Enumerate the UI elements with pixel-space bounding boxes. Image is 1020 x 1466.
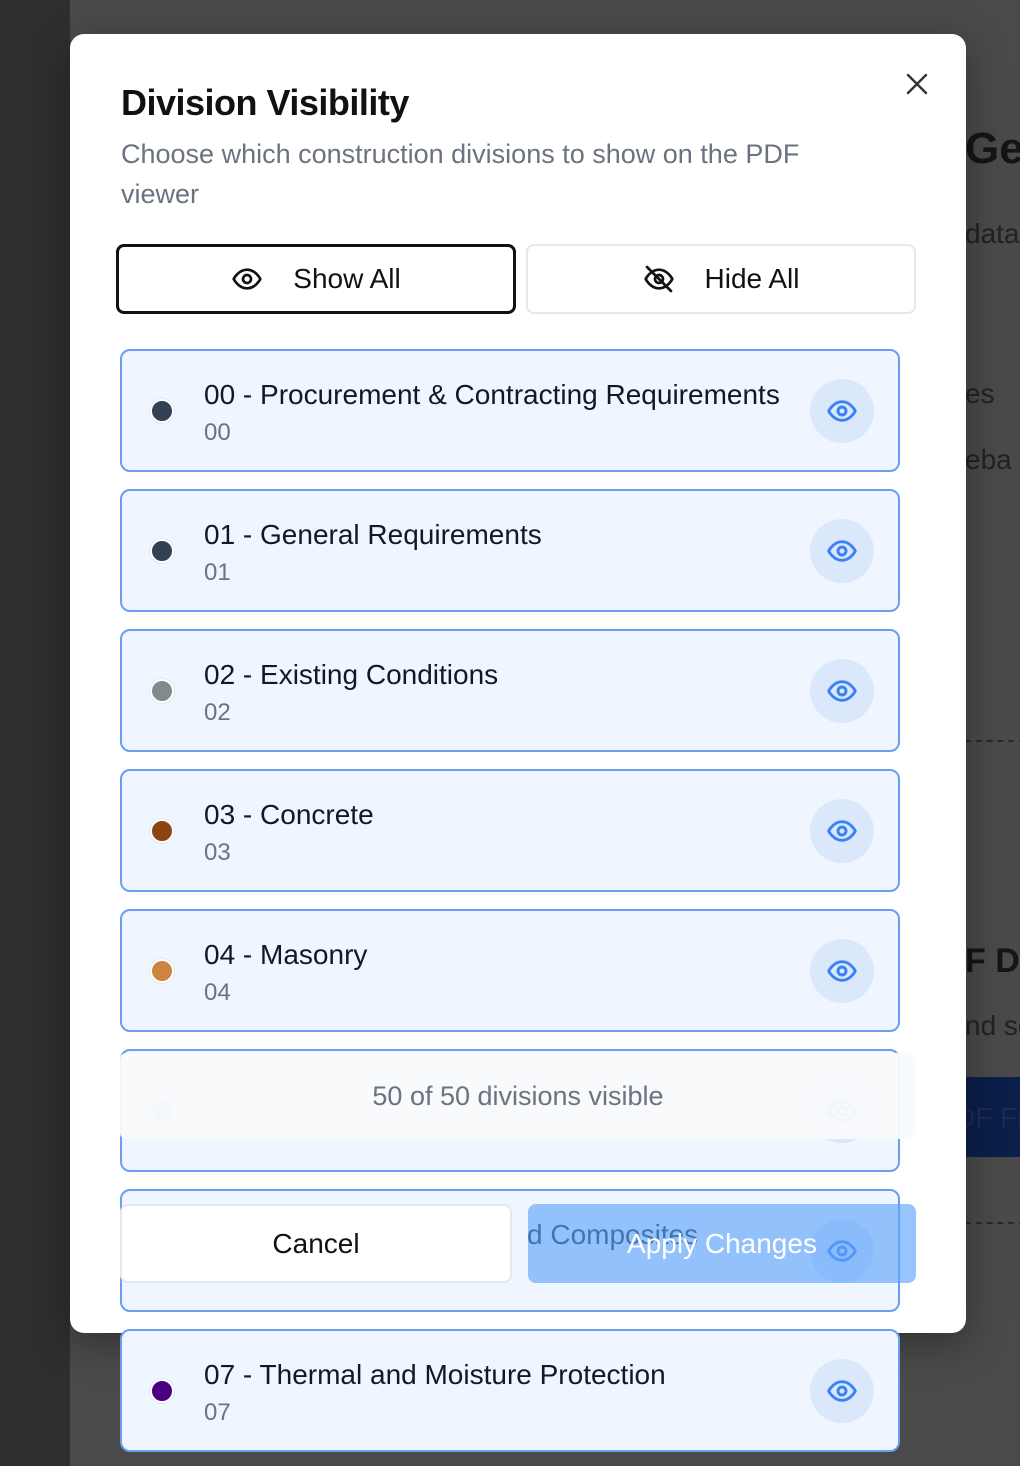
division-color-dot — [150, 819, 174, 843]
toggle-visibility-button[interactable] — [810, 1359, 874, 1423]
division-name: 02 - Existing Conditions — [204, 659, 499, 690]
division-row-04[interactable]: 04 - Masonry 04 — [120, 909, 900, 1032]
background-heading: F Dr — [965, 942, 1020, 980]
background-divider — [965, 740, 1020, 742]
toggle-visibility-button[interactable] — [810, 939, 874, 1003]
division-code: 02 — [204, 699, 231, 726]
background-text: eba — [965, 444, 1012, 475]
division-color-dot — [150, 679, 174, 703]
division-color-dot — [150, 399, 174, 423]
division-row-07[interactable]: 07 - Thermal and Moisture Protection 07 — [120, 1329, 900, 1452]
close-icon — [906, 73, 928, 95]
modal-title: Division Visibility — [121, 82, 409, 123]
toggle-visibility-button[interactable] — [810, 519, 874, 583]
eye-icon — [232, 268, 262, 290]
division-name: 01 - General Requirements — [204, 519, 542, 550]
division-code: 04 — [204, 979, 231, 1006]
division-color-dot — [150, 539, 174, 563]
eye-icon — [827, 400, 857, 422]
toggle-visibility-button[interactable] — [810, 659, 874, 723]
division-name: 04 - Masonry — [204, 939, 368, 970]
division-name: 03 - Concrete — [204, 799, 374, 830]
eye-icon — [827, 1380, 857, 1402]
division-name: 00 - Procurement & Contracting Requireme… — [204, 379, 780, 410]
modal-description: Choose which construction divisions to s… — [121, 139, 800, 209]
background-heading: Ge — [965, 124, 1020, 173]
division-code: 01 — [204, 559, 231, 586]
division-row-02[interactable]: 02 - Existing Conditions 02 — [120, 629, 900, 752]
division-row-01[interactable]: 01 - General Requirements 01 — [120, 489, 900, 612]
eye-icon — [827, 680, 857, 702]
show-all-label: Show All — [293, 263, 401, 294]
show-all-button[interactable]: Show All — [116, 244, 516, 314]
close-button[interactable] — [899, 66, 935, 102]
hide-all-label: Hide All — [704, 263, 800, 294]
eye-icon — [827, 960, 857, 982]
division-code: 07 — [204, 1399, 231, 1426]
eye-icon — [827, 820, 857, 842]
division-row-03[interactable]: 03 - Concrete 03 — [120, 769, 900, 892]
background-text: data — [965, 218, 1020, 249]
division-code: 00 — [204, 419, 231, 446]
division-color-dot — [150, 1379, 174, 1403]
division-color-dot — [150, 959, 174, 983]
division-row-00[interactable]: 00 - Procurement & Contracting Requireme… — [120, 349, 900, 472]
hide-all-button[interactable]: Hide All — [526, 244, 916, 314]
apply-changes-button[interactable]: Apply Changes — [528, 1204, 916, 1283]
division-name: 07 - Thermal and Moisture Protection — [204, 1359, 666, 1390]
eye-icon — [827, 540, 857, 562]
division-code: 03 — [204, 839, 231, 866]
toggle-visibility-button[interactable] — [810, 799, 874, 863]
eye-off-icon — [643, 265, 674, 293]
toggle-visibility-button[interactable] — [810, 379, 874, 443]
background-text: es — [965, 378, 995, 409]
visible-count: 50 of 50 divisions visible — [120, 1053, 916, 1139]
background-text: nd se — [965, 1010, 1020, 1041]
cancel-button[interactable]: Cancel — [120, 1204, 512, 1283]
